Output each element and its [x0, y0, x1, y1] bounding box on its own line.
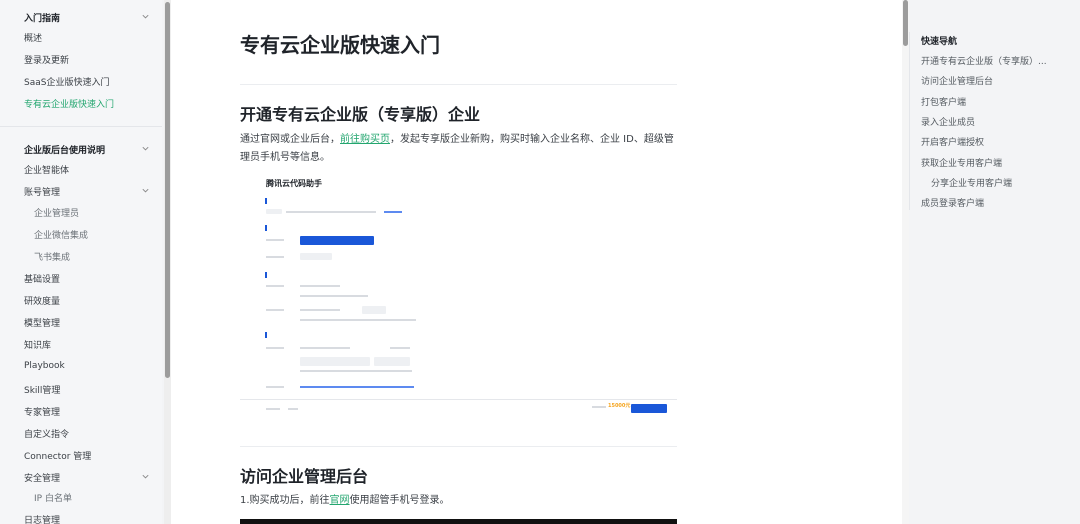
toc-item-access-admin[interactable]: 访问企业管理后台 — [921, 74, 993, 87]
screenshot-text-line — [288, 408, 298, 410]
purchase-page-link[interactable]: 前往购买页 — [340, 134, 390, 145]
chevron-down-icon[interactable] — [141, 186, 150, 195]
toc-item-share-client[interactable]: 分享企业专用客户端 — [931, 176, 1012, 189]
official-site-link[interactable]: 官网 — [330, 495, 350, 506]
screenshot-text-line — [300, 319, 416, 321]
screenshot-text-line — [300, 295, 368, 297]
screenshot-text-line — [300, 285, 340, 287]
sidebar-item-enterprise-admin[interactable]: 企业管理员 — [34, 206, 79, 219]
page-scrollbar-thumb[interactable] — [903, 0, 908, 46]
screenshot-footer-divider — [240, 399, 677, 400]
screenshot-label-line — [592, 406, 606, 408]
toc-item-open-enterprise[interactable]: 开通专有云企业版（专享版）... — [921, 54, 1047, 67]
sidebar-item-log-management[interactable]: 日志管理 — [24, 513, 60, 524]
sidebar-item-knowledge-base[interactable]: 知识库 — [24, 338, 51, 351]
sidebar: 入门指南 概述 登录及更新 SaaS企业版快速入门 专有云企业版快速入门 企业版… — [0, 0, 162, 524]
main-content: 专有云企业版快速入门 开通专有云企业版（专享版）企业 通过官网或企业后台，前往购… — [171, 0, 1047, 524]
screenshot-text-line — [300, 309, 340, 311]
section-heading-open-enterprise: 开通专有云企业版（专享版）企业 — [240, 105, 481, 124]
screenshot-tag — [266, 209, 282, 214]
sidebar-item-ip-whitelist[interactable]: IP 白名单 — [34, 491, 72, 504]
screenshot-label-line — [266, 309, 284, 311]
toc-divider — [909, 32, 910, 210]
sidebar-item-expert-management[interactable]: 专家管理 — [24, 405, 60, 418]
sidebar-item-private-cloud-quickstart[interactable]: 专有云企业版快速入门 — [24, 97, 114, 110]
section-paragraph: 通过官网或企业后台，前往购买页，发起专享版企业新购，购买时输入企业名称、企业 I… — [240, 131, 680, 167]
chevron-down-icon[interactable] — [141, 472, 150, 481]
screenshot-text-line — [300, 347, 350, 349]
sidebar-item-basic-settings[interactable]: 基础设置 — [24, 272, 60, 285]
screenshot-input — [374, 357, 410, 366]
screenshot-section-bar — [265, 332, 299, 338]
screenshot-label-line — [266, 347, 284, 349]
sidebar-item-login-update[interactable]: 登录及更新 — [24, 53, 69, 66]
sidebar-item-wecom-integration[interactable]: 企业微信集成 — [34, 228, 88, 241]
screenshot-text-line — [300, 370, 412, 372]
sidebar-divider — [0, 126, 162, 127]
sidebar-item-saas-quickstart[interactable]: SaaS企业版快速入门 — [24, 75, 109, 88]
screenshot-label-line — [266, 256, 284, 258]
sidebar-item-dev-metrics[interactable]: 研效度量 — [24, 294, 60, 307]
sidebar-group-title-getting-started[interactable]: 入门指南 — [24, 11, 60, 24]
screenshot-option-button — [300, 236, 374, 245]
sidebar-item-security-management[interactable]: 安全管理 — [24, 471, 60, 484]
divider — [240, 84, 677, 85]
toc-item-add-members[interactable]: 录入企业成员 — [921, 115, 975, 128]
sidebar-item-connector-management[interactable]: Connector 管理 — [24, 449, 91, 462]
sidebar-item-account-management[interactable]: 账号管理 — [24, 185, 60, 198]
sidebar-item-custom-commands[interactable]: 自定义指令 — [24, 427, 69, 440]
screenshot-section-bar — [265, 198, 299, 204]
paragraph-text: 通过官网或企业后台， — [240, 134, 340, 145]
screenshot-section-bar — [265, 272, 299, 278]
sidebar-group-title-admin-guide[interactable]: 企业版后台使用说明 — [24, 143, 105, 156]
screenshot-title: 腾讯云代码助手 — [266, 179, 322, 188]
sidebar-item-skill-management[interactable]: Skill管理 — [24, 383, 60, 396]
section-paragraph: 1.购买成功后，前往官网使用超管手机号登录。 — [240, 492, 680, 510]
screenshot-stepper — [300, 253, 332, 260]
screenshot-text-line — [390, 347, 410, 349]
next-screenshot-preview — [240, 519, 677, 524]
purchase-form-screenshot: 腾讯云代码助手 15000元 — [240, 170, 677, 420]
toc-item-get-client[interactable]: 获取企业专用客户端 — [921, 156, 1002, 169]
toc-item-package-client[interactable]: 打包客户端 — [921, 95, 966, 108]
screenshot-input — [362, 306, 386, 314]
screenshot-input — [300, 357, 370, 366]
paragraph-text: 1.购买成功后，前往 — [240, 495, 330, 506]
screenshot-label-line — [266, 386, 284, 388]
sidebar-item-feishu-integration[interactable]: 飞书集成 — [34, 250, 70, 263]
page-scrollbar[interactable] — [902, 0, 909, 524]
sidebar-item-overview[interactable]: 概述 — [24, 31, 42, 44]
toc-title: 快速导航 — [921, 37, 958, 47]
screenshot-price: 15000元 — [608, 403, 631, 409]
sidebar-item-playbook[interactable]: Playbook — [24, 361, 65, 371]
sidebar-scrollbar-thumb[interactable] — [165, 2, 170, 378]
screenshot-label-line — [266, 408, 280, 410]
chevron-down-icon[interactable] — [141, 12, 150, 21]
section-heading-access-admin: 访问企业管理后台 — [240, 467, 369, 486]
paragraph-text: 使用超管手机号登录。 — [349, 495, 450, 506]
sidebar-item-model-management[interactable]: 模型管理 — [24, 316, 60, 329]
toc-item-client-authorization[interactable]: 开启客户端授权 — [921, 135, 984, 148]
screenshot-link-line — [300, 386, 414, 388]
sidebar-scrollbar[interactable] — [164, 0, 171, 524]
screenshot-label-line — [266, 239, 284, 241]
chevron-down-icon[interactable] — [141, 144, 150, 153]
screenshot-label-line — [266, 285, 284, 287]
screenshot-link-line — [384, 211, 402, 213]
screenshot-text-line — [286, 211, 376, 213]
screenshot-buy-button — [631, 404, 667, 413]
toc-item-member-login[interactable]: 成员登录客户端 — [921, 196, 984, 209]
screenshot-section-bar — [265, 225, 299, 231]
divider — [240, 446, 677, 447]
page-title: 专有云企业版快速入门 — [240, 33, 440, 57]
sidebar-item-enterprise-agent[interactable]: 企业智能体 — [24, 163, 69, 176]
